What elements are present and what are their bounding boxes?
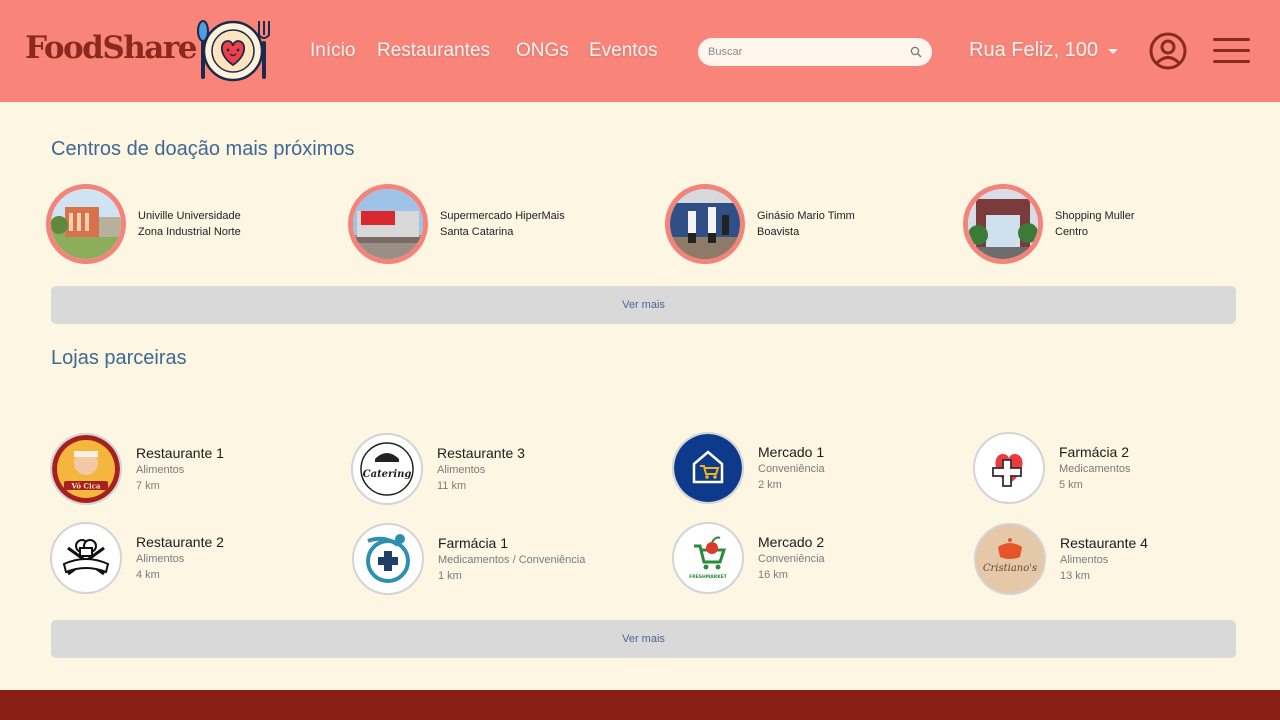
store-logo: Cristiano's [974,523,1046,595]
store-info: Restaurante 3 Alimentos 11 km [437,444,525,494]
store-category: Conveniência [758,553,825,565]
store-card[interactable]: Vó Cica Restaurante 1 Alimentos 7 km [50,433,224,505]
donation-section-title: Centros de doação mais próximos [51,138,355,160]
store-info: Farmácia 1 Medicamentos / Conveniência 1… [438,534,585,584]
store-card[interactable]: FRESHMARKET Mercado 2 Conveniência 16 km [672,522,825,594]
store-name: Farmácia 2 [1059,444,1130,460]
store-info: Mercado 2 Conveniência 16 km [758,533,825,583]
hamburger-menu-icon[interactable] [1213,36,1251,64]
store-distance: 16 km [758,569,788,581]
user-profile-icon[interactable] [1149,32,1187,70]
store-distance: 2 km [758,479,782,491]
store-distance: 7 km [136,480,160,492]
donation-center-photo [46,184,126,264]
store-name: Restaurante 2 [136,534,224,550]
address-text: Rua Feliz, 100 [969,39,1098,61]
store-logo: FRESHMARKET [672,522,744,594]
store-category: Alimentos [136,553,185,565]
store-logo-text: Vó Cica [71,482,101,491]
donation-center-info: Shopping Muller Centro [1055,208,1135,240]
store-card[interactable]: Restaurante 2 Alimentos 4 km [50,522,224,594]
stores-section-title: Lojas parceiras [51,347,187,369]
store-distance: 1 km [438,570,462,582]
store-info: Restaurante 1 Alimentos 7 km [136,444,224,494]
donation-center-info: Supermercado HiperMais Santa Catarina [440,208,565,240]
store-distance: 13 km [1060,570,1090,582]
donation-center-photo [963,184,1043,264]
store-category: Medicamentos / Conveniência [438,554,586,566]
store-logo [352,523,424,595]
store-logo-text: FRESHMARKET [689,574,728,580]
store-distance: 11 km [437,480,467,492]
top-header: FoodShare Início Restaurantes ONGs Event… [0,0,1280,102]
donation-center-card[interactable]: Ginásio Mario Timm Boavista [665,184,855,264]
search-bar [698,38,932,66]
donation-see-more-button[interactable]: Ver mais [51,286,1236,324]
donation-center-card[interactable]: Supermercado HiperMais Santa Catarina [348,184,565,264]
store-name: Mercado 2 [758,534,825,550]
store-name: Restaurante 3 [437,445,525,461]
donation-center-name: Ginásio Mario Timm [757,210,855,222]
store-logo [672,432,744,504]
store-card[interactable]: Farmácia 2 Medicamentos 5 km [973,432,1131,504]
store-name: Mercado 1 [758,444,825,460]
brand-logo-text[interactable]: FoodShare [25,30,197,66]
donation-center-photo [665,184,745,264]
donation-center-area: Boavista [757,226,800,238]
address-selector[interactable]: Rua Feliz, 100 [969,39,1118,62]
donation-center-card[interactable]: Shopping Muller Centro [963,184,1135,264]
store-logo [50,522,122,594]
donation-center-name: Supermercado HiperMais [440,210,565,222]
store-category: Medicamentos [1059,463,1131,475]
store-card[interactable]: Cristiano's Restaurante 4 Alimentos 13 k… [974,523,1148,595]
store-distance: 5 km [1059,479,1083,491]
store-info: Restaurante 4 Alimentos 13 km [1060,534,1148,584]
store-name: Farmácia 1 [438,535,509,551]
heart-plate-icon[interactable] [196,19,270,83]
stores-see-more-button[interactable]: Ver mais [51,620,1236,658]
store-name: Restaurante 4 [1060,535,1148,551]
search-input[interactable] [708,44,898,60]
donation-center-area: Centro [1055,226,1089,238]
nav-ongs[interactable]: ONGs [516,40,569,62]
search-icon[interactable] [910,46,922,58]
nav-inicio[interactable]: Início [310,40,355,62]
donation-center-info: Univille Universidade Zona Industrial No… [138,208,241,240]
donation-center-photo [348,184,428,264]
donation-center-area: Santa Catarina [440,226,514,238]
footer [0,690,1280,720]
store-logo-text: Catering [363,469,412,480]
nav-restaurantes[interactable]: Restaurantes [377,40,490,62]
store-info: Mercado 1 Conveniência 2 km [758,443,825,493]
donation-center-info: Ginásio Mario Timm Boavista [757,208,855,240]
store-logo: Catering [351,433,423,505]
store-name: Restaurante 1 [136,445,224,461]
store-info: Farmácia 2 Medicamentos 5 km [1059,443,1131,493]
store-card[interactable]: Catering Restaurante 3 Alimentos 11 km [351,433,525,505]
donation-center-card[interactable]: Univille Universidade Zona Industrial No… [46,184,241,264]
store-card[interactable]: Mercado 1 Conveniência 2 km [672,432,825,504]
chevron-down-icon [1107,49,1118,54]
store-category: Conveniência [758,463,825,475]
store-info: Restaurante 2 Alimentos 4 km [136,533,224,583]
store-card[interactable]: Farmácia 1 Medicamentos / Conveniência 1… [352,523,585,595]
store-logo: Vó Cica [50,433,122,505]
donation-center-area: Zona Industrial Norte [138,226,241,238]
store-logo-text: Cristiano's [983,563,1037,574]
store-logo [973,432,1045,504]
donation-center-name: Shopping Muller [1055,210,1135,222]
donation-center-name: Univille Universidade [138,210,241,222]
store-distance: 4 km [136,569,160,581]
store-category: Alimentos [1060,554,1109,566]
nav-eventos[interactable]: Eventos [589,40,658,62]
store-category: Alimentos [136,464,185,476]
store-category: Alimentos [437,464,486,476]
